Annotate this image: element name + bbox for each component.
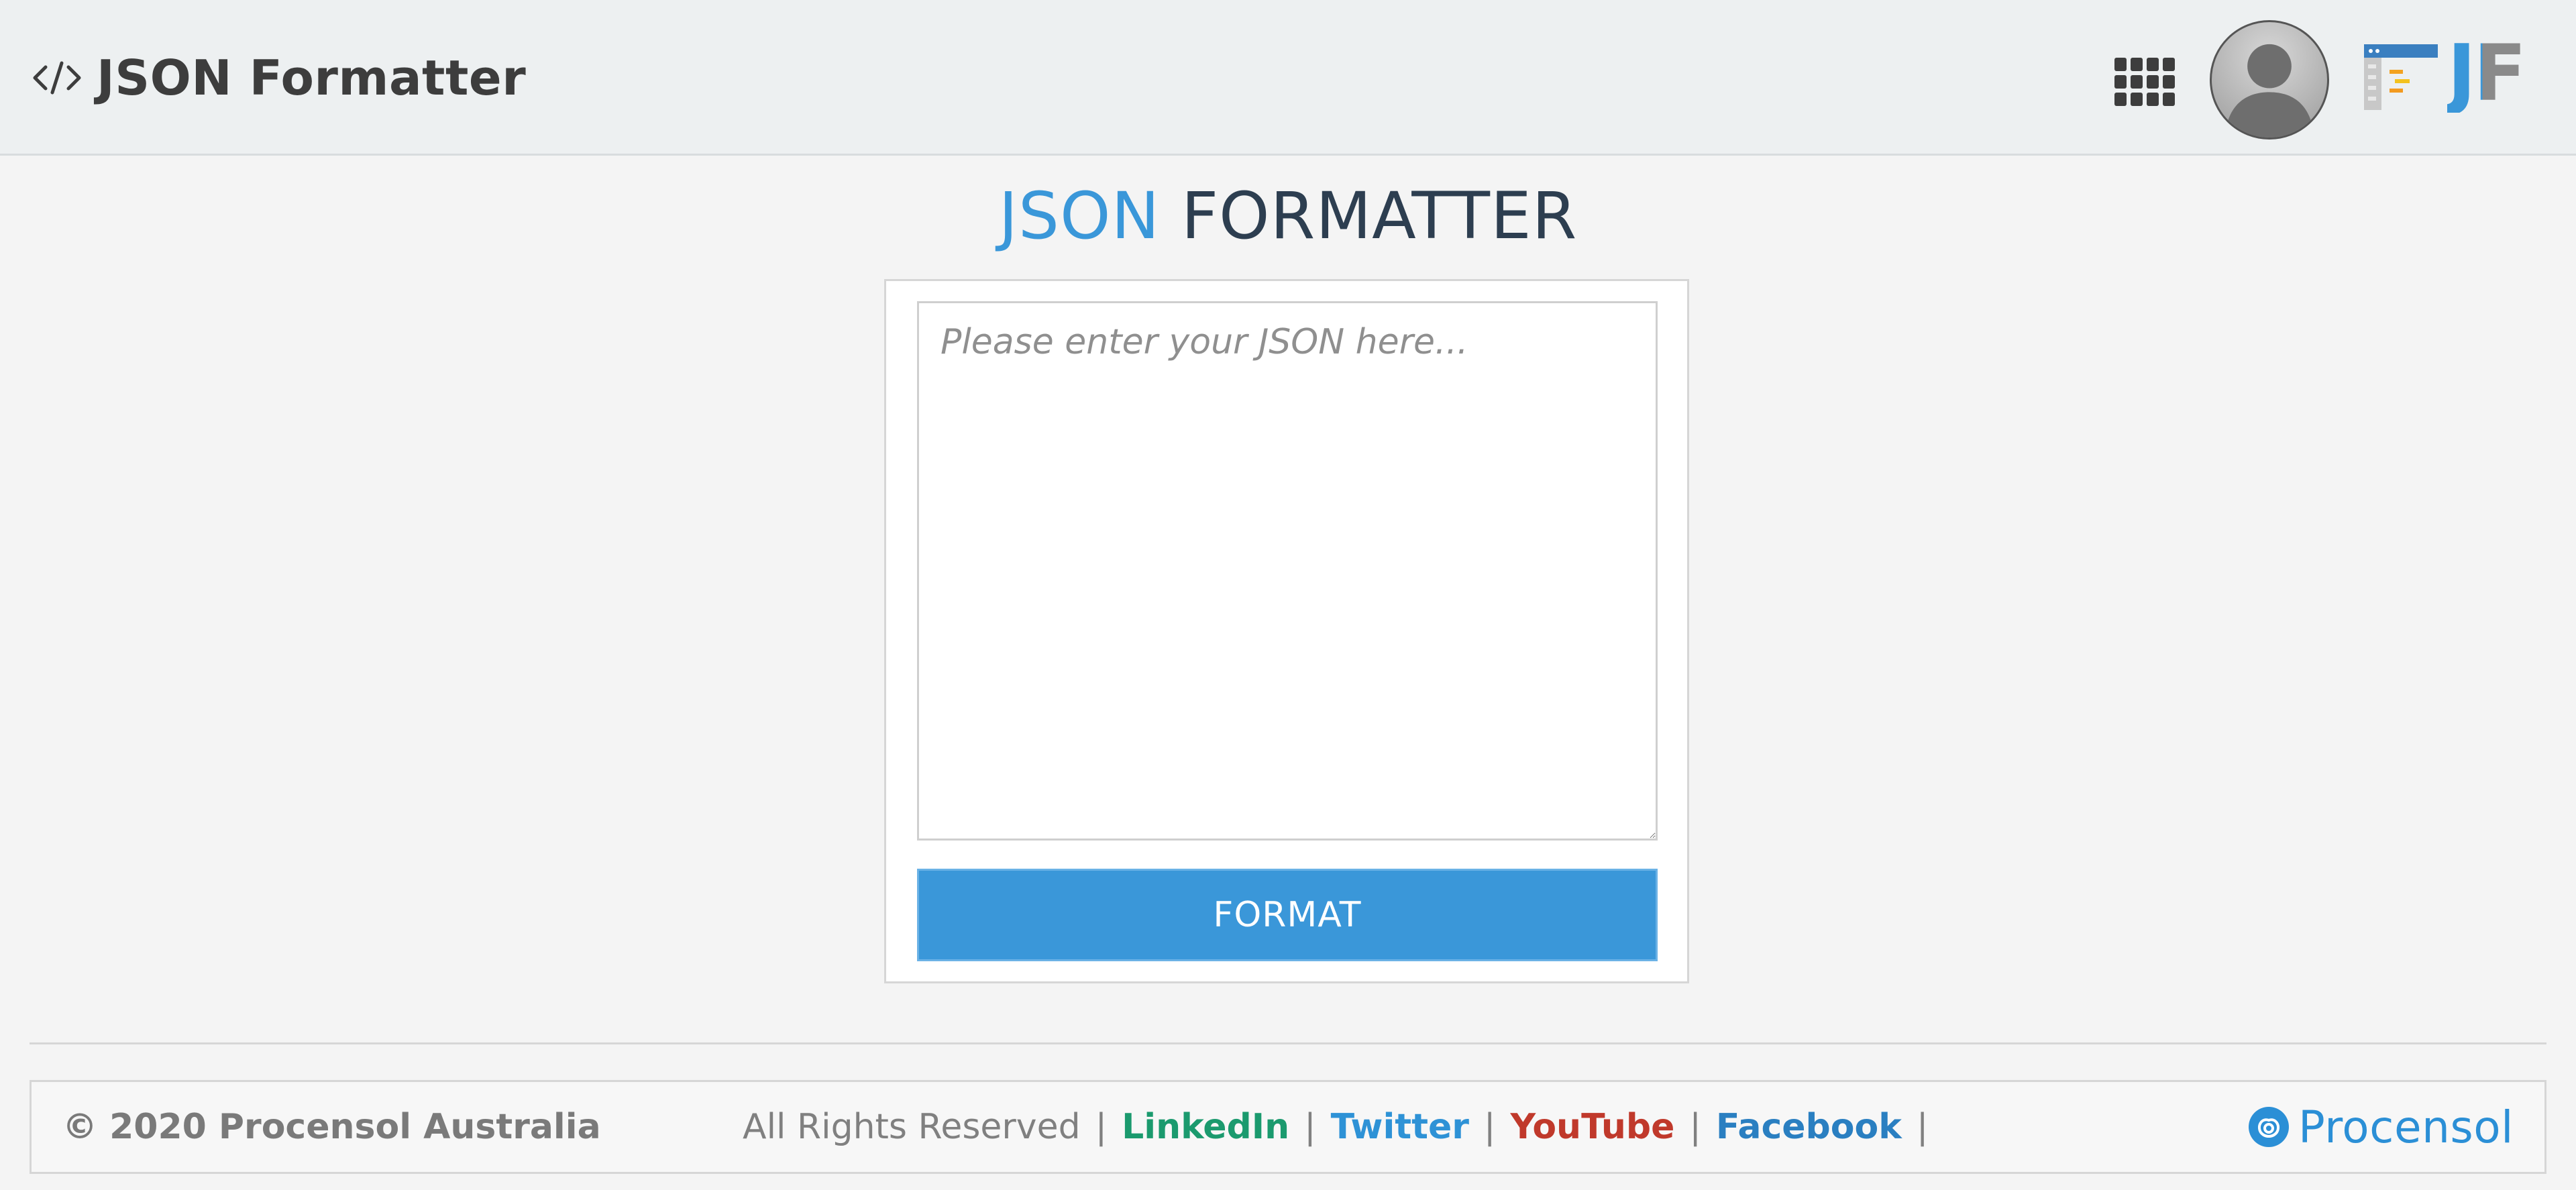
- separator: |: [1304, 1107, 1316, 1147]
- rights-text: All Rights Reserved: [743, 1107, 1081, 1147]
- copyright-text: © 2020 Procensol Australia: [62, 1107, 601, 1147]
- procensol-text: Procensol: [2298, 1101, 2514, 1153]
- app-title: JSON Formatter: [97, 50, 527, 106]
- user-avatar-icon[interactable]: [2210, 20, 2329, 140]
- jf-logo[interactable]: JF: [2363, 35, 2544, 114]
- format-button[interactable]: FORMAT: [917, 869, 1658, 961]
- separator: |: [1689, 1107, 1701, 1147]
- code-icon: [33, 61, 81, 95]
- procensol-logo[interactable]: Procensol: [2247, 1082, 2514, 1172]
- page-title-accent: JSON: [998, 178, 1161, 254]
- apps-grid-icon[interactable]: [2114, 58, 2175, 106]
- brand[interactable]: JSON Formatter: [31, 46, 526, 110]
- linkedin-link[interactable]: LinkedIn: [1122, 1107, 1289, 1147]
- procensol-logo-icon: [2248, 1107, 2289, 1147]
- jf-logo-text: JF: [2447, 28, 2526, 119]
- page-title: JSON FORMATTER: [0, 178, 2576, 254]
- footer-links: All Rights Reserved | LinkedIn | Twitter…: [743, 1082, 1943, 1172]
- top-header: JSON Formatter JF: [0, 0, 2576, 156]
- page-title-rest: FORMATTER: [1181, 178, 1578, 254]
- twitter-link[interactable]: Twitter: [1331, 1107, 1469, 1147]
- facebook-link[interactable]: Facebook: [1716, 1107, 1902, 1147]
- footer: © 2020 Procensol Australia All Rights Re…: [30, 1080, 2546, 1174]
- formatter-card: FORMAT: [884, 279, 1689, 983]
- user-silhouette-icon: [2224, 44, 2314, 138]
- footer-divider: [30, 1042, 2546, 1044]
- separator: |: [1916, 1107, 1929, 1147]
- youtube-link[interactable]: YouTube: [1510, 1107, 1674, 1147]
- separator: |: [1483, 1107, 1496, 1147]
- json-input[interactable]: [917, 301, 1658, 841]
- separator: |: [1095, 1107, 1108, 1147]
